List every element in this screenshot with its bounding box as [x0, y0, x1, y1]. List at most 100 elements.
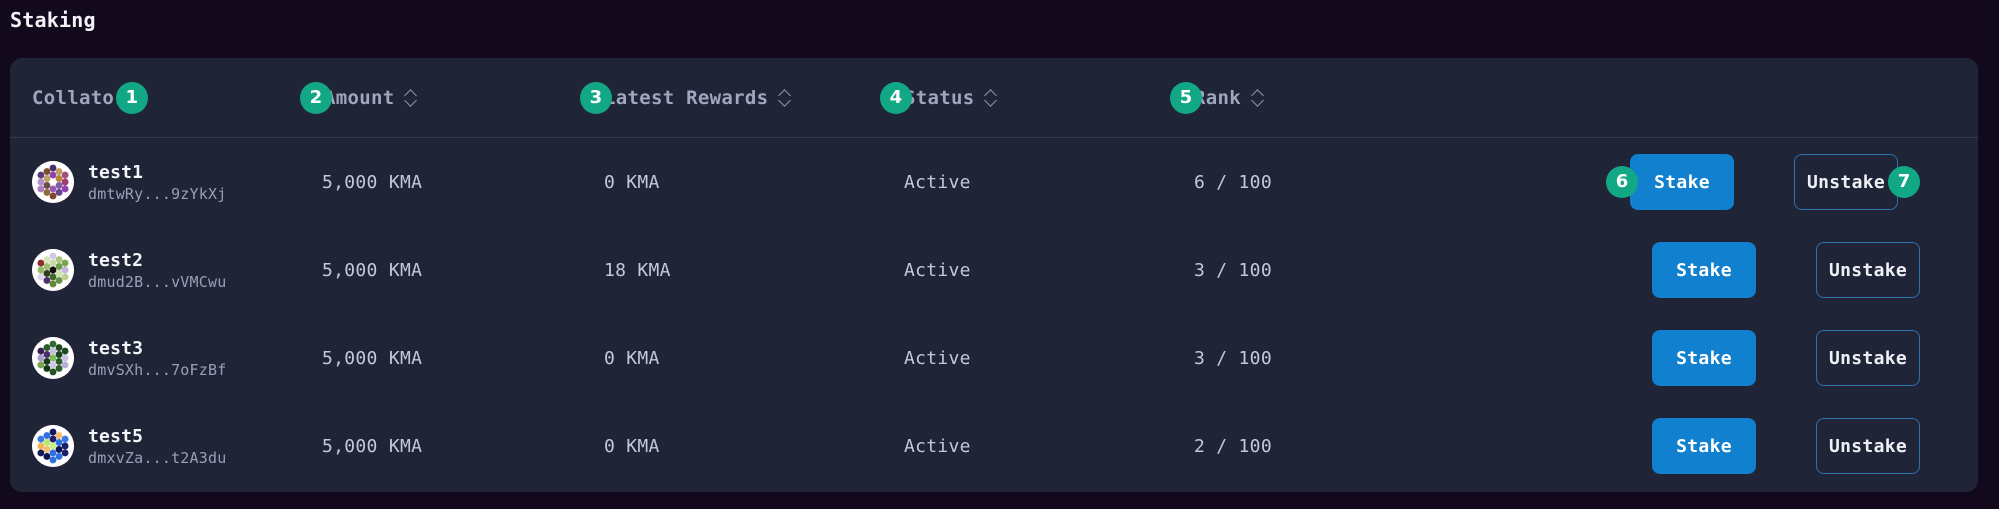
collator-address: dmxvZa...t2A3du: [88, 448, 227, 467]
stake-button[interactable]: Stake: [1652, 418, 1756, 474]
cell-rank: 6 / 100: [1170, 172, 1500, 193]
collator-address: dmud2B...vVMCwu: [88, 272, 227, 291]
unstake-action-group: Unstake: [1816, 242, 1920, 298]
cell-collator: test3 dmvSXh...7oFzBf: [10, 337, 300, 379]
table-row: test5 dmxvZa...t2A3du 5,000 KMA 0 KMA Active…: [10, 402, 1978, 490]
stake-button[interactable]: Stake: [1652, 242, 1756, 298]
unstake-action-group: Unstake: [1816, 330, 1920, 386]
rank-value: 3 / 100: [1194, 347, 1272, 369]
staking-table: Collator 1 2 Amount 3 Latest Rewards 4 S…: [10, 58, 1978, 492]
unstake-button[interactable]: Unstake: [1816, 242, 1920, 298]
cell-status: Active: [880, 172, 1170, 193]
rank-value: 3 / 100: [1194, 259, 1272, 281]
rank-value: 2 / 100: [1194, 435, 1272, 457]
column-header-collator-label: Collator: [32, 86, 126, 109]
stake-action-group: Stake: [1652, 242, 1756, 298]
sort-updown-icon[interactable]: [779, 89, 792, 106]
cell-collator: test2 dmud2B...vVMCwu: [10, 249, 300, 291]
stake-action-group: 6 Stake: [1606, 154, 1734, 210]
column-header-collator[interactable]: Collator 1: [10, 81, 300, 114]
unstake-button[interactable]: Unstake: [1794, 154, 1898, 210]
latest-rewards-value: 0 KMA: [604, 347, 660, 369]
column-header-rank[interactable]: 5 Rank: [1170, 81, 1500, 114]
table-header-row: Collator 1 2 Amount 3 Latest Rewards 4 S…: [10, 58, 1978, 138]
column-header-amount[interactable]: 2 Amount: [300, 81, 580, 114]
column-header-latest-rewards[interactable]: 3 Latest Rewards: [580, 81, 880, 114]
cell-actions: Stake Unstake: [1500, 242, 1978, 298]
rank-value: 6 / 100: [1194, 171, 1272, 193]
unstake-action-group: Unstake: [1816, 418, 1920, 474]
table-row: test2 dmud2B...vVMCwu 5,000 KMA 18 KMA Activ…: [10, 226, 1978, 314]
status-value: Active: [904, 259, 971, 281]
cell-actions: Stake Unstake: [1500, 418, 1978, 474]
unstake-button[interactable]: Unstake: [1816, 418, 1920, 474]
collator-info: test5 dmxvZa...t2A3du: [32, 425, 300, 467]
status-value: Active: [904, 435, 971, 457]
page-title: Staking: [10, 8, 96, 32]
collator-text: test2 dmud2B...vVMCwu: [88, 250, 226, 291]
cell-status: Active: [880, 436, 1170, 457]
amount-value: 5,000 KMA: [322, 435, 423, 457]
stake-action-group: Stake: [1652, 418, 1756, 474]
staking-page: Staking Collator 1 2 Amount 3 Latest Rew…: [0, 0, 1999, 509]
collator-name: test5: [88, 425, 144, 447]
cell-amount: 5,000 KMA: [300, 260, 580, 281]
cell-rank: 3 / 100: [1170, 260, 1500, 281]
cell-amount: 5,000 KMA: [300, 348, 580, 369]
cell-latest-rewards: 0 KMA: [580, 436, 880, 457]
column-header-latest-rewards-label: Latest Rewards: [604, 86, 769, 109]
annotation-badge-7: 7: [1888, 166, 1920, 198]
unstake-button[interactable]: Unstake: [1816, 330, 1920, 386]
cell-collator: test1 dmtwRy...9zYkXj: [10, 161, 300, 203]
cell-latest-rewards: 0 KMA: [580, 172, 880, 193]
sort-updown-icon[interactable]: [985, 89, 998, 106]
status-value: Active: [904, 171, 971, 193]
identicon-avatar: [32, 337, 74, 379]
cell-status: Active: [880, 348, 1170, 369]
table-row: test1 dmtwRy...9zYkXj 5,000 KMA 0 KMA Active…: [10, 138, 1978, 226]
amount-value: 5,000 KMA: [322, 171, 423, 193]
cell-latest-rewards: 0 KMA: [580, 348, 880, 369]
latest-rewards-value: 0 KMA: [604, 435, 660, 457]
collator-text: test5 dmxvZa...t2A3du: [88, 426, 226, 467]
cell-rank: 3 / 100: [1170, 348, 1500, 369]
cell-actions: 6 Stake Unstake 7: [1500, 154, 1978, 210]
amount-value: 5,000 KMA: [322, 347, 423, 369]
cell-amount: 5,000 KMA: [300, 172, 580, 193]
collator-address: dmvSXh...7oFzBf: [88, 360, 227, 379]
sort-updown-icon[interactable]: [405, 89, 418, 106]
column-header-status[interactable]: 4 Status: [880, 81, 1170, 114]
identicon-avatar: [32, 161, 74, 203]
sort-updown-icon[interactable]: [1252, 89, 1265, 106]
stake-button[interactable]: Stake: [1652, 330, 1756, 386]
annotation-badge-5: 5: [1170, 81, 1202, 114]
collator-name: test2: [88, 249, 144, 271]
cell-amount: 5,000 KMA: [300, 436, 580, 457]
identicon-avatar: [32, 249, 74, 291]
unstake-action-group: Unstake 7: [1794, 154, 1920, 210]
collator-text: test1 dmtwRy...9zYkXj: [88, 162, 226, 203]
collator-text: test3 dmvSXh...7oFzBf: [88, 338, 226, 379]
latest-rewards-value: 18 KMA: [604, 259, 671, 281]
cell-status: Active: [880, 260, 1170, 281]
stake-action-group: Stake: [1652, 330, 1756, 386]
cell-collator: test5 dmxvZa...t2A3du: [10, 425, 300, 467]
status-value: Active: [904, 347, 971, 369]
annotation-badge-4: 4: [880, 81, 912, 114]
collator-name: test1: [88, 161, 144, 183]
stake-button[interactable]: Stake: [1630, 154, 1734, 210]
staking-table-card: Collator 1 2 Amount 3 Latest Rewards 4 S…: [10, 58, 1978, 492]
latest-rewards-value: 0 KMA: [604, 171, 660, 193]
column-header-status-label: Status: [904, 86, 975, 109]
collator-info: test1 dmtwRy...9zYkXj: [32, 161, 300, 203]
amount-value: 5,000 KMA: [322, 259, 423, 281]
annotation-badge-6: 6: [1606, 166, 1638, 198]
table-body: test1 dmtwRy...9zYkXj 5,000 KMA 0 KMA Active…: [10, 138, 1978, 490]
cell-rank: 2 / 100: [1170, 436, 1500, 457]
annotation-badge-3: 3: [580, 81, 612, 114]
collator-info: test2 dmud2B...vVMCwu: [32, 249, 300, 291]
identicon-avatar: [32, 425, 74, 467]
annotation-badge-1: 1: [115, 81, 148, 114]
collator-name: test3: [88, 337, 144, 359]
table-row: test3 dmvSXh...7oFzBf 5,000 KMA 0 KMA Active…: [10, 314, 1978, 402]
